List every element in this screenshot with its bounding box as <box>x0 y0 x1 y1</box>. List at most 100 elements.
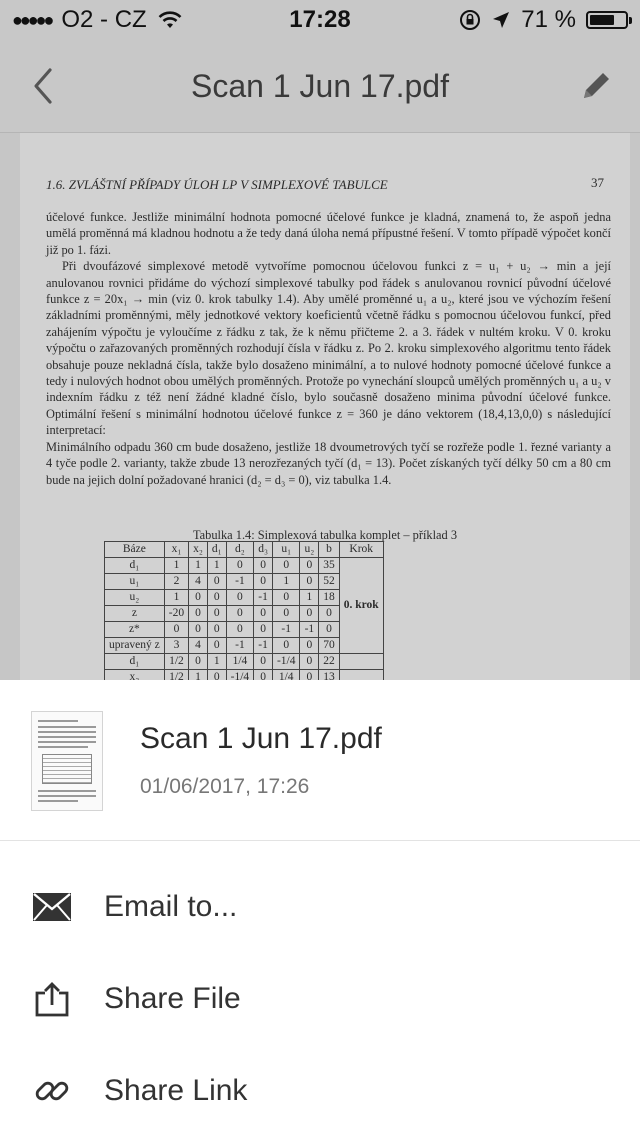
table-cell: 4 <box>188 573 208 590</box>
table-cell: 0 <box>253 605 273 622</box>
table-cell: 0 <box>206 589 227 606</box>
table-cell: d₁ <box>104 653 165 670</box>
share-file-button[interactable]: Share File <box>0 954 640 1044</box>
table-header-row: Báze x₁ x₂ d₁ d₂ d₃ u₁ u₂ b Krok <box>104 541 384 558</box>
table-cell: 0 <box>188 605 208 622</box>
table-header: x₁ <box>163 541 190 558</box>
table-cell <box>338 653 384 670</box>
share-file-label: Share File <box>104 982 241 1015</box>
file-date: 01/06/2017, 17:26 <box>140 775 310 798</box>
table-cell: 0 <box>225 589 255 606</box>
action-sheet: Scan 1 Jun 17.pdf 01/06/2017, 17:26 Emai… <box>0 680 640 1136</box>
table-cell: -1 <box>253 637 273 654</box>
table-cell: 18 <box>318 589 340 606</box>
table-cell: 0 <box>206 605 227 622</box>
table-cell: 1/2 <box>163 653 190 670</box>
table-cell: x₂ <box>104 669 165 680</box>
document-page: 1.6. ZVLÁŠTNÍ PŘÍPADY ÚLOH LP V SIMPLEXO… <box>20 133 630 680</box>
share-link-button[interactable]: Share Link <box>0 1046 640 1136</box>
table-header: u₂ <box>299 541 320 558</box>
step-label: 0. krok <box>338 557 384 654</box>
table-cell: 22 <box>318 653 340 670</box>
table-cell: 0 <box>299 637 320 654</box>
table-cell: 1/4 <box>271 669 301 680</box>
paragraph: Minimálního odpadu 360 cm bude dosaženo,… <box>46 439 611 487</box>
table-cell: -1/4 <box>271 653 301 670</box>
battery-icon <box>586 11 632 29</box>
rotation-lock-icon <box>460 10 481 30</box>
file-info-row: Scan 1 Jun 17.pdf 01/06/2017, 17:26 <box>0 680 640 840</box>
table-cell: 1 <box>188 557 208 574</box>
table-cell: 0 <box>271 637 301 654</box>
nav-title: Scan 1 Jun 17.pdf <box>191 67 449 104</box>
table-cell: 0 <box>253 557 273 574</box>
table-cell: 0 <box>299 669 320 680</box>
paragraph: Při dvoufázové simplexové metodě vytvoří… <box>46 259 611 438</box>
table-cell: 0 <box>188 589 208 606</box>
email-to-button[interactable]: Email to... <box>0 862 640 952</box>
table-cell: 0 <box>253 573 273 590</box>
table-cell: -1 <box>225 637 255 654</box>
table-cell: 3 <box>163 637 190 654</box>
table-cell: 0 <box>206 573 227 590</box>
table-cell: 13 <box>318 669 340 680</box>
table-header: Báze <box>104 541 165 558</box>
table-cell: u₂ <box>104 589 165 606</box>
table-cell: 0 <box>271 589 301 606</box>
table-cell: 0 <box>225 557 255 574</box>
table-cell: 1 <box>206 557 227 574</box>
signal-dots-icon: ●●●●● <box>12 9 54 30</box>
table-cell: 0 <box>225 605 255 622</box>
document-preview[interactable]: 1.6. ZVLÁŠTNÍ PŘÍPADY ÚLOH LP V SIMPLEXO… <box>0 133 640 680</box>
battery-percent: 71 % <box>521 6 576 33</box>
table-cell: z <box>104 605 165 622</box>
table-header: x₂ <box>188 541 208 558</box>
table-cell: u₁ <box>104 573 165 590</box>
table-cell: 0 <box>206 621 227 638</box>
table-cell: 0 <box>299 557 320 574</box>
simplex-table: Báze x₁ x₂ d₁ d₂ d₃ u₁ u₂ b Krok d₁ 1 1 1 0 0… <box>104 541 384 680</box>
table-cell: 0 <box>253 669 273 680</box>
page-number: 37 <box>591 175 604 190</box>
share-link-label: Share Link <box>104 1074 248 1107</box>
table-cell: -1 <box>299 621 320 638</box>
table-cell: 0 <box>188 621 208 638</box>
status-bar: ●●●●● O2 - CZ 17:28 71 % <box>0 0 640 40</box>
table-cell: -1 <box>225 573 255 590</box>
table-row: x₂ 1/2 1 0 -1/4 0 1/4 0 13 <box>104 669 384 680</box>
table-cell <box>338 669 384 680</box>
table-cell: 0 <box>299 573 320 590</box>
link-icon <box>32 1071 72 1111</box>
nav-bar: Scan 1 Jun 17.pdf <box>0 40 640 133</box>
table-cell: 2 <box>163 573 190 590</box>
divider <box>0 840 640 841</box>
table-cell: 1 <box>271 573 301 590</box>
table-cell: -1/4 <box>225 669 255 680</box>
table-cell: 0 <box>299 653 320 670</box>
status-right: 71 % <box>459 6 632 34</box>
table-cell: 0 <box>253 653 273 670</box>
pencil-icon[interactable] <box>578 68 614 104</box>
table-cell: 0 <box>318 621 340 638</box>
file-name: Scan 1 Jun 17.pdf <box>140 722 382 755</box>
table-cell: 1 <box>163 557 190 574</box>
table-header: d₃ <box>253 541 273 558</box>
chevron-left-icon[interactable] <box>28 66 58 106</box>
envelope-icon <box>32 887 72 927</box>
table-cell: 1/4 <box>225 653 255 670</box>
location-arrow-icon <box>493 12 510 28</box>
email-to-label: Email to... <box>104 890 238 923</box>
share-upload-icon <box>32 979 72 1019</box>
table-cell: 1 <box>299 589 320 606</box>
table-cell: 0 <box>206 637 227 654</box>
table-cell: z* <box>104 621 165 638</box>
table-cell: 1 <box>163 589 190 606</box>
table-cell: upravený z <box>104 637 165 654</box>
paragraph: účelové funkce. Jestliže minimální hodno… <box>46 210 611 257</box>
wifi-icon <box>158 11 182 28</box>
table-header: u₁ <box>271 541 301 558</box>
carrier-label: O2 - CZ <box>61 6 147 33</box>
table-row: d₁ 1 1 1 0 0 0 0 35 0. krok <box>104 557 384 654</box>
table-header: d₁ <box>206 541 227 558</box>
table-cell: 0 <box>188 653 208 670</box>
